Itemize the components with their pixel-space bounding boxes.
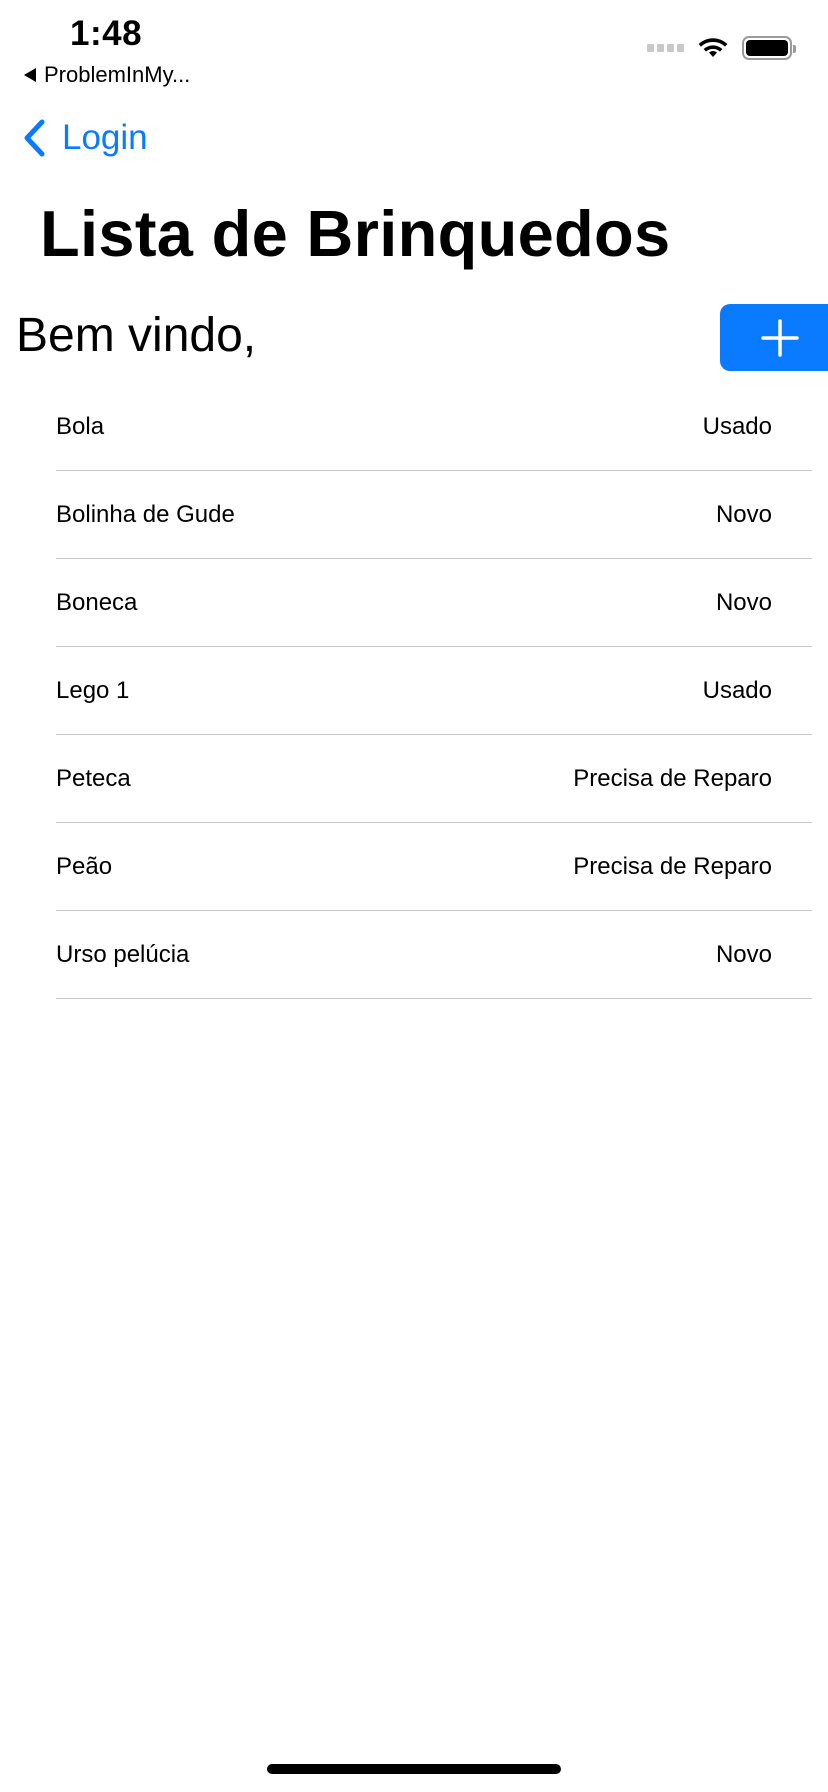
toy-name: Peteca [56,765,131,792]
chevron-left-icon [24,119,45,157]
toy-status: Novo [715,589,772,616]
toy-name: Lego 1 [56,677,130,704]
list-item[interactable]: Lego 1 Usado [56,648,812,735]
back-button-label: Login [62,118,148,157]
toy-name: Bola [56,413,105,440]
home-indicator[interactable] [267,1764,561,1774]
toy-status: Usado [702,677,772,704]
list-item[interactable]: Boneca Novo [56,560,812,647]
toy-status: Usado [702,413,772,440]
toy-status: Novo [715,941,772,968]
toy-status: Precisa de Reparo [573,765,772,792]
toy-name: Peão [56,853,113,880]
list-item[interactable]: Peteca Precisa de Reparo [56,736,812,823]
welcome-text: Bem vindo, [16,309,257,362]
page-title: Lista de Brinquedos [40,197,671,270]
list-item[interactable]: Peão Precisa de Reparo [56,824,812,911]
toy-name: Bolinha de Gude [56,501,235,528]
toy-list: Bola Usado Bolinha de Gude Novo Boneca N… [56,384,812,999]
toy-name: Urso pelúcia [56,941,190,968]
status-time: 1:48 [70,14,143,53]
list-item[interactable]: Urso pelúcia Novo [56,912,812,999]
back-triangle-icon [24,68,36,82]
wifi-icon [698,38,728,57]
return-to-app-link[interactable]: ProblemInMy... [24,62,190,88]
list-item[interactable]: Bola Usado [56,384,812,471]
return-app-label: ProblemInMy... [44,62,191,87]
add-toy-button[interactable] [720,304,828,371]
plus-icon [761,318,799,357]
list-item[interactable]: Bolinha de Gude Novo [56,472,812,559]
battery-icon [742,36,796,60]
back-button[interactable]: Login [22,118,148,158]
status-indicators [647,36,796,60]
toy-status: Precisa de Reparo [573,853,772,880]
toy-name: Boneca [56,589,138,616]
toy-status: Novo [715,501,772,528]
cellular-signal-icon [647,44,684,52]
